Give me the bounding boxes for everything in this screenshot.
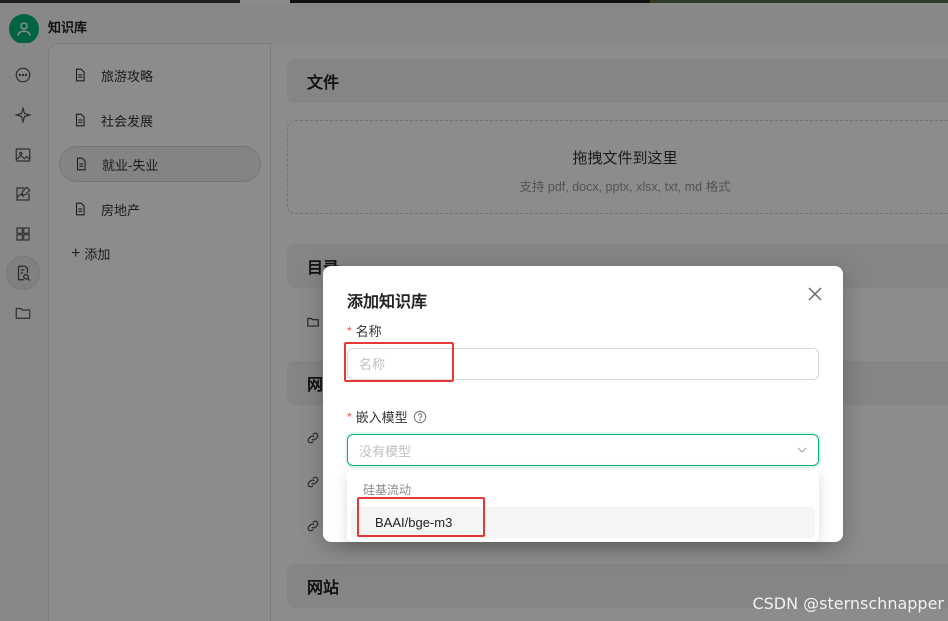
name-label-text: 名称 [355,324,382,339]
dialog-title: 添加知识库 [347,294,428,311]
dropdown-option[interactable]: BAAI/bge-m3 [351,507,815,538]
watermark: CSDN @sternschnapper [752,594,944,613]
required-marker: * [347,409,352,424]
embedding-model-select[interactable]: 没有模型 [347,434,819,466]
model-label-text: 嵌入模型 [355,410,408,425]
name-field-label: * 名称 [347,321,382,340]
help-icon[interactable] [413,410,427,424]
model-dropdown: 硅基流动 BAAI/bge-m3 [347,470,819,542]
name-input[interactable] [347,348,819,380]
select-placeholder: 没有模型 [359,443,412,459]
close-icon[interactable] [807,286,823,302]
chevron-down-icon [796,444,808,456]
required-marker: * [347,323,352,338]
dropdown-group-label: 硅基流动 [363,483,412,497]
model-field-label: * 嵌入模型 [347,407,427,426]
